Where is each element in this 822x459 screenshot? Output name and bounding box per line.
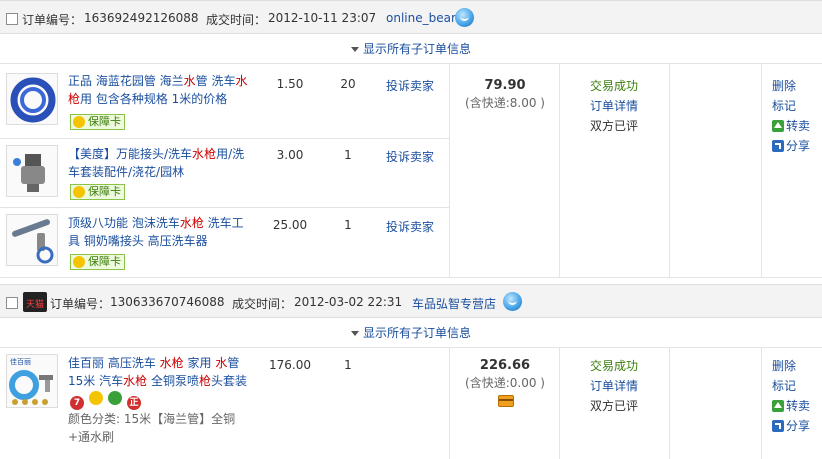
quantity: 1 <box>344 218 352 232</box>
triangle-down-icon <box>350 47 359 52</box>
order-header: 订单编号： 163692492126088 成交时间： 2012-10-11 2… <box>0 0 822 34</box>
order-block: 订单编号： 163692492126088 成交时间： 2012-10-11 2… <box>0 0 822 278</box>
quantity: 1 <box>344 358 352 372</box>
shipping-fee: (含快递:0.00 ) <box>465 376 545 390</box>
shipping-fee: (含快递:8.00 ) <box>465 96 545 110</box>
order-actions: 删除 标记 转卖 分享 <box>772 356 810 436</box>
total-amount: 79.90 <box>484 78 526 93</box>
order-no-label: 订单编号： <box>50 297 111 311</box>
deal-time: 2012-03-02 22:31 <box>294 295 403 309</box>
guarantee-card-badge[interactable]: 保障卡 <box>70 114 125 130</box>
product-title-link[interactable]: 【美度】万能接头/洗车水枪用/洗车套装配件/浇花/园林 <box>68 145 250 181</box>
product-thumbnail-hose[interactable] <box>6 73 58 125</box>
show-all-suborders-link[interactable]: 显示所有子订单信息 <box>0 34 822 64</box>
order-status: 交易成功 订单详情 双方已评 <box>590 356 638 416</box>
guarantee-icon[interactable] <box>89 391 103 405</box>
order-header: 天猫 订单编号： 130633670746088 成交时间： 2012-03-0… <box>0 284 822 318</box>
rating-status: 双方已评 <box>590 399 639 413</box>
complain-seller-link[interactable]: 投诉卖家 <box>386 218 434 235</box>
resell-link[interactable]: 转卖 <box>772 396 810 416</box>
seven-day-return-icon[interactable]: 7 <box>70 396 84 410</box>
rating-status: 双方已评 <box>590 119 639 133</box>
service-badges: 7正 <box>70 391 146 410</box>
resell-icon <box>772 120 784 132</box>
order-total: 79.90 (含快递:8.00 ) <box>450 78 560 112</box>
trade-status: 交易成功 <box>590 359 639 373</box>
complain-seller-link[interactable]: 投诉卖家 <box>386 77 434 94</box>
delete-link[interactable]: 删除 <box>772 356 810 376</box>
select-checkbox[interactable] <box>6 13 18 25</box>
unit-price: 1.50 <box>276 77 304 91</box>
seller-link[interactable]: online_bear <box>386 11 456 25</box>
unit-price: 3.00 <box>276 148 304 162</box>
show-all-label: 显示所有子订单信息 <box>362 42 471 56</box>
divider <box>669 64 670 278</box>
order-no: 163692492126088 <box>84 11 199 25</box>
divider <box>669 348 670 459</box>
product-title-link[interactable]: 正品 海蓝花园管 海兰水管 洗车水枪用 包含各种规格 1米的价格 <box>68 72 250 108</box>
svg-text:佳百丽: 佳百丽 <box>10 357 31 366</box>
select-checkbox[interactable] <box>6 297 18 309</box>
credit-card-icon[interactable] <box>498 395 514 407</box>
order-block: 天猫 订单编号： 130633670746088 成交时间： 2012-03-0… <box>0 284 822 459</box>
show-all-label: 显示所有子订单信息 <box>362 326 471 340</box>
total-amount: 226.66 <box>479 358 531 373</box>
invoice-icon[interactable] <box>108 391 122 405</box>
order-detail-link[interactable]: 订单详情 <box>590 376 638 396</box>
list-item: 顶级八功能 泡沫洗车水枪 洗车工具 铜奶嘴接头 高压洗车器 保障卡 25.00 … <box>0 208 450 277</box>
order-actions: 删除 标记 转卖 分享 <box>772 76 810 156</box>
list-item: 【美度】万能接头/洗车水枪用/洗车套装配件/浇花/园林 保障卡 3.00 1 投… <box>0 139 450 207</box>
unit-price: 176.00 <box>269 358 311 372</box>
sku-properties: 颜色分类: 15米【海兰管】全铜+通水刷 <box>68 412 236 444</box>
divider <box>761 348 762 459</box>
product-thumbnail-connector[interactable] <box>6 145 58 197</box>
list-item: 佳百丽 佳百丽 高压洗车 水枪 家用 水管 15米 汽车水枪 全铜泵喷枪头套装 … <box>0 348 450 459</box>
product-title-link[interactable]: 佳百丽 高压洗车 水枪 家用 水管 15米 汽车水枪 全铜泵喷枪头套装 <box>68 354 253 390</box>
tmall-logo-icon: 天猫 <box>23 292 47 312</box>
delete-link[interactable]: 删除 <box>772 76 810 96</box>
deal-time: 2012-10-11 23:07 <box>268 11 377 25</box>
show-all-suborders-link[interactable]: 显示所有子订单信息 <box>0 318 822 348</box>
share-link[interactable]: 分享 <box>772 136 810 156</box>
share-icon <box>772 420 784 432</box>
order-no-label: 订单编号： <box>22 13 83 27</box>
resell-icon <box>772 400 784 412</box>
divider <box>761 64 762 278</box>
complain-seller-link[interactable]: 投诉卖家 <box>386 148 434 165</box>
seller-link[interactable]: 车品弘智专营店 <box>412 295 496 312</box>
divider <box>0 277 822 278</box>
resell-link[interactable]: 转卖 <box>772 116 810 136</box>
genuine-guarantee-icon[interactable]: 正 <box>127 396 141 410</box>
order-total: 226.66 (含快递:0.00 ) <box>450 358 560 392</box>
guarantee-card-badge[interactable]: 保障卡 <box>70 254 125 270</box>
guarantee-card-badge[interactable]: 保障卡 <box>70 184 125 200</box>
unit-price: 25.00 <box>272 218 308 232</box>
deal-time-label: 成交时间： <box>206 13 267 27</box>
triangle-down-icon <box>350 331 359 336</box>
product-title-link[interactable]: 顶级八功能 泡沫洗车水枪 洗车工具 铜奶嘴接头 高压洗车器 <box>68 214 250 250</box>
deal-time-label: 成交时间： <box>232 297 293 311</box>
mark-link[interactable]: 标记 <box>772 376 810 396</box>
mark-link[interactable]: 标记 <box>772 96 810 116</box>
quantity: 20 <box>340 77 356 91</box>
order-no: 130633670746088 <box>110 295 225 309</box>
list-item: 正品 海蓝花园管 海兰水管 洗车水枪用 包含各种规格 1米的价格 保障卡 1.5… <box>0 64 450 138</box>
order-detail-link[interactable]: 订单详情 <box>590 96 638 116</box>
trade-status: 交易成功 <box>590 79 639 93</box>
order-status: 交易成功 订单详情 双方已评 <box>590 76 638 136</box>
product-thumbnail-hose-kit[interactable]: 佳百丽 <box>6 354 58 408</box>
share-link[interactable]: 分享 <box>772 416 810 436</box>
product-thumbnail-spray-gun[interactable] <box>6 214 58 266</box>
share-icon <box>772 140 784 152</box>
wangwang-chat-icon[interactable] <box>503 292 522 311</box>
wangwang-chat-icon[interactable] <box>455 8 474 27</box>
quantity: 1 <box>344 148 352 162</box>
